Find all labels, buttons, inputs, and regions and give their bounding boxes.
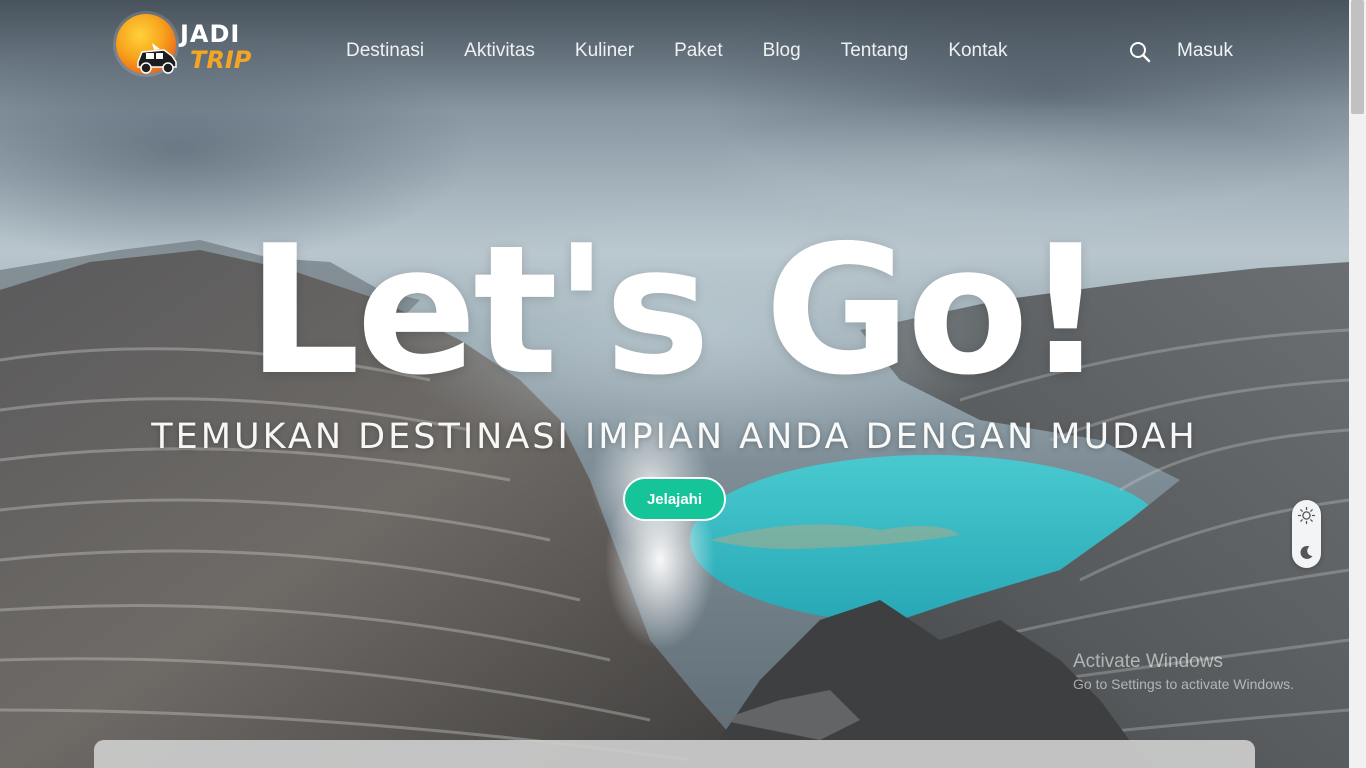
nav-link-paket[interactable]: Paket bbox=[654, 38, 743, 64]
nav-link-aktivitas[interactable]: Aktivitas bbox=[444, 38, 555, 64]
hero-title: Let's Go! bbox=[246, 207, 1106, 414]
sun-icon[interactable] bbox=[1297, 506, 1316, 525]
nav-link-kontak[interactable]: Kontak bbox=[928, 38, 1027, 64]
windows-activation-subtitle: Go to Settings to activate Windows. bbox=[1073, 676, 1294, 692]
login-link[interactable]: Masuk bbox=[1177, 38, 1233, 64]
search-icon[interactable] bbox=[1128, 40, 1152, 64]
logo-text-trip: TRIP bbox=[190, 46, 252, 74]
jeep-icon bbox=[137, 43, 177, 74]
brand-logo[interactable]: JADI TRIP bbox=[116, 14, 256, 86]
windows-activation-title: Activate Windows bbox=[1073, 651, 1223, 672]
page: JADI TRIP Destinasi Aktivitas Kuliner Pa… bbox=[0, 0, 1366, 768]
moon-icon[interactable] bbox=[1297, 543, 1316, 562]
scrollbar-thumb[interactable] bbox=[1351, 0, 1364, 114]
nav-link-kuliner[interactable]: Kuliner bbox=[555, 38, 654, 64]
page-scrollbar[interactable] bbox=[1349, 0, 1366, 768]
nav-link-blog[interactable]: Blog bbox=[743, 38, 821, 64]
theme-toggle bbox=[1292, 500, 1321, 568]
search-panel bbox=[94, 740, 1255, 768]
nav-link-tentang[interactable]: Tentang bbox=[821, 38, 929, 64]
logo-text-jadi: JADI bbox=[180, 20, 241, 48]
hero-subtitle: TEMUKAN DESTINASI IMPIAN ANDA DENGAN MUD… bbox=[151, 417, 1198, 457]
main-navigation: Destinasi Aktivitas Kuliner Paket Blog T… bbox=[326, 38, 1027, 64]
explore-button[interactable]: Jelajahi bbox=[623, 477, 726, 521]
nav-link-destinasi[interactable]: Destinasi bbox=[326, 38, 444, 64]
